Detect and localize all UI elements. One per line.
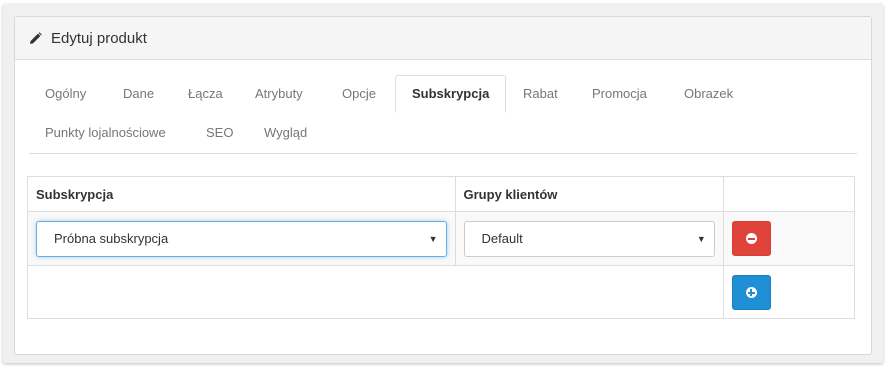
subscription-select[interactable]: Próbna subskrypcja ▼ bbox=[36, 220, 447, 257]
tab-special[interactable]: Promocja bbox=[576, 75, 663, 113]
table-header-row: Subskrypcja Grupy klientów bbox=[27, 176, 856, 212]
tab-links[interactable]: Łącza bbox=[172, 75, 239, 113]
remove-subscription-button[interactable] bbox=[731, 221, 771, 256]
tab-bar: Ogólny Dane Łącza Atrybuty Opcje Subskry… bbox=[29, 75, 857, 154]
actions-cell bbox=[722, 211, 856, 266]
customer-group-cell: Default ▼ bbox=[454, 211, 724, 266]
subscription-select-value: Próbna subskrypcja bbox=[54, 230, 169, 246]
minus-circle-icon bbox=[745, 233, 757, 244]
empty-footer-cell bbox=[27, 265, 724, 319]
tab-seo[interactable]: SEO bbox=[190, 114, 249, 152]
tab-options[interactable]: Opcje bbox=[326, 75, 392, 113]
tab-design[interactable]: Wygląd bbox=[248, 114, 323, 152]
panel-heading: Edytuj produkt bbox=[15, 17, 871, 60]
tab-general[interactable]: Ogólny bbox=[29, 75, 102, 113]
tab-attributes[interactable]: Atrybuty bbox=[239, 75, 319, 113]
customer-group-select-value: Default bbox=[481, 230, 523, 246]
tab-subscription[interactable]: Subskrypcja bbox=[395, 75, 507, 113]
add-cell bbox=[722, 265, 856, 319]
tab-discount[interactable]: Rabat bbox=[507, 75, 574, 113]
column-header-customer-group: Grupy klientów bbox=[454, 176, 724, 212]
tab-image[interactable]: Obrazek bbox=[668, 75, 749, 113]
panel-title: Edytuj produkt bbox=[51, 29, 147, 47]
table-row: Próbna subskrypcja ▼ Default ▼ bbox=[27, 211, 856, 266]
add-subscription-button[interactable] bbox=[731, 274, 771, 310]
dropdown-arrow-icon: ▼ bbox=[696, 233, 706, 244]
tab-data[interactable]: Dane bbox=[107, 75, 170, 113]
customer-group-select[interactable]: Default ▼ bbox=[463, 220, 715, 257]
subscription-table: Subskrypcja Grupy klientów Próbna subskr… bbox=[27, 176, 856, 319]
subscription-cell: Próbna subskrypcja ▼ bbox=[27, 211, 456, 266]
pencil-icon bbox=[30, 31, 42, 44]
column-header-subscription: Subskrypcja bbox=[27, 176, 456, 212]
dropdown-arrow-icon: ▼ bbox=[428, 233, 438, 244]
page-frame: Edytuj produkt Ogólny Dane Łącza Atrybut… bbox=[3, 4, 883, 363]
tab-reward-points[interactable]: Punkty lojalnościowe bbox=[29, 114, 182, 152]
column-header-actions bbox=[722, 176, 856, 212]
plus-circle-icon bbox=[745, 286, 757, 298]
table-footer-row bbox=[27, 265, 856, 319]
